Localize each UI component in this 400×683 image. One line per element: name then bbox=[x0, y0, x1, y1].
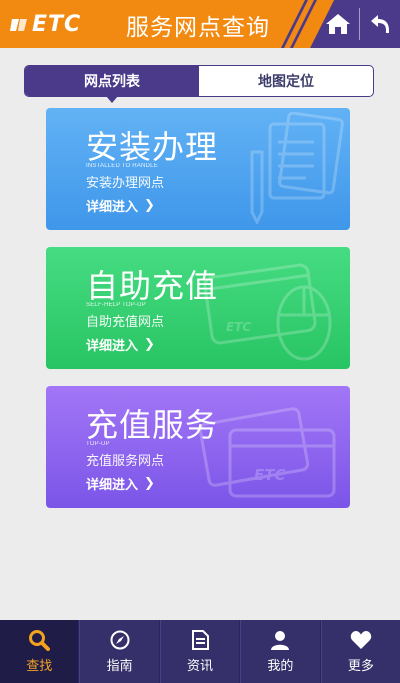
tab-map-location[interactable]: 地图定位 bbox=[199, 66, 373, 96]
card-detail-label: 详细进入 bbox=[86, 200, 139, 215]
nav-item-news[interactable]: 资讯 bbox=[159, 620, 241, 683]
card-self-topup[interactable]: ETC 自助充值 SELF-HELP TOP-UP 自助充值网点 详细进入 ❯ bbox=[46, 247, 350, 369]
nav-item-more[interactable]: 更多 bbox=[320, 620, 400, 683]
card-detail-label: 详细进入 bbox=[86, 339, 139, 354]
cards-icon: ETC bbox=[198, 407, 336, 498]
card-title: 充值服务 bbox=[86, 406, 219, 444]
card-title: 安装办理 bbox=[86, 128, 219, 166]
heart-icon bbox=[350, 629, 372, 651]
bottom-nav: 查找 指南 资讯 我的 更多 bbox=[0, 620, 400, 683]
card-subtitle-en: TOP-UP bbox=[86, 441, 110, 447]
card-detail-link[interactable]: 详细进入 ❯ bbox=[86, 474, 155, 493]
nav-label: 查找 bbox=[26, 659, 53, 674]
chevron-right-icon: ❯ bbox=[144, 476, 155, 491]
compass-icon bbox=[109, 629, 131, 651]
search-icon bbox=[28, 629, 51, 651]
mouse-card-icon: ETC bbox=[203, 263, 332, 361]
card-subtitle: 安装办理网点 bbox=[86, 176, 165, 191]
svg-text:ETC: ETC bbox=[226, 320, 251, 334]
nav-label: 资讯 bbox=[187, 659, 214, 674]
nav-label: 我的 bbox=[267, 659, 294, 674]
card-detail-link[interactable]: 详细进入 ❯ bbox=[86, 196, 155, 215]
logo-text: ETC bbox=[32, 12, 82, 37]
nav-label: 指南 bbox=[106, 659, 133, 674]
svg-text:ETC: ETC bbox=[254, 466, 286, 484]
document-icon bbox=[190, 629, 210, 651]
card-title: 自助充值 bbox=[86, 267, 219, 305]
nav-item-search[interactable]: 查找 bbox=[0, 620, 80, 683]
back-button[interactable] bbox=[360, 0, 400, 48]
app-header: ETC 服务网点查询 bbox=[0, 0, 400, 48]
card-detail-link[interactable]: 详细进入 ❯ bbox=[86, 335, 155, 354]
card-topup-service[interactable]: ETC 充值服务 TOP-UP 充值服务网点 详细进入 ❯ bbox=[46, 386, 350, 508]
back-icon bbox=[371, 15, 389, 33]
documents-icon bbox=[250, 112, 344, 224]
etc-logo: ETC bbox=[10, 12, 81, 37]
nav-label: 更多 bbox=[347, 659, 374, 674]
card-subtitle-en: SELF-HELP TOP-UP bbox=[86, 302, 146, 308]
user-icon bbox=[269, 629, 291, 651]
card-detail-label: 详细进入 bbox=[86, 478, 139, 493]
card-subtitle: 自助充值网点 bbox=[86, 315, 165, 330]
tab-outlet-list[interactable]: 网点列表 bbox=[25, 66, 199, 103]
card-subtitle-en: INSTALLED TO HANDLE bbox=[86, 163, 158, 169]
segmented-tabs: 网点列表 地图定位 bbox=[24, 65, 374, 103]
home-button[interactable] bbox=[318, 0, 358, 48]
page-title: 服务网点查询 bbox=[126, 15, 270, 41]
card-subtitle: 充值服务网点 bbox=[86, 454, 165, 469]
chevron-right-icon: ❯ bbox=[144, 198, 155, 213]
card-install[interactable]: 安装办理 INSTALLED TO HANDLE 安装办理网点 详细进入 ❯ bbox=[46, 108, 350, 230]
home-icon bbox=[326, 14, 350, 34]
nav-item-mine[interactable]: 我的 bbox=[240, 620, 321, 683]
etc-logo-mark-icon bbox=[10, 18, 27, 31]
chevron-right-icon: ❯ bbox=[144, 337, 155, 352]
nav-item-guide[interactable]: 指南 bbox=[79, 620, 160, 683]
